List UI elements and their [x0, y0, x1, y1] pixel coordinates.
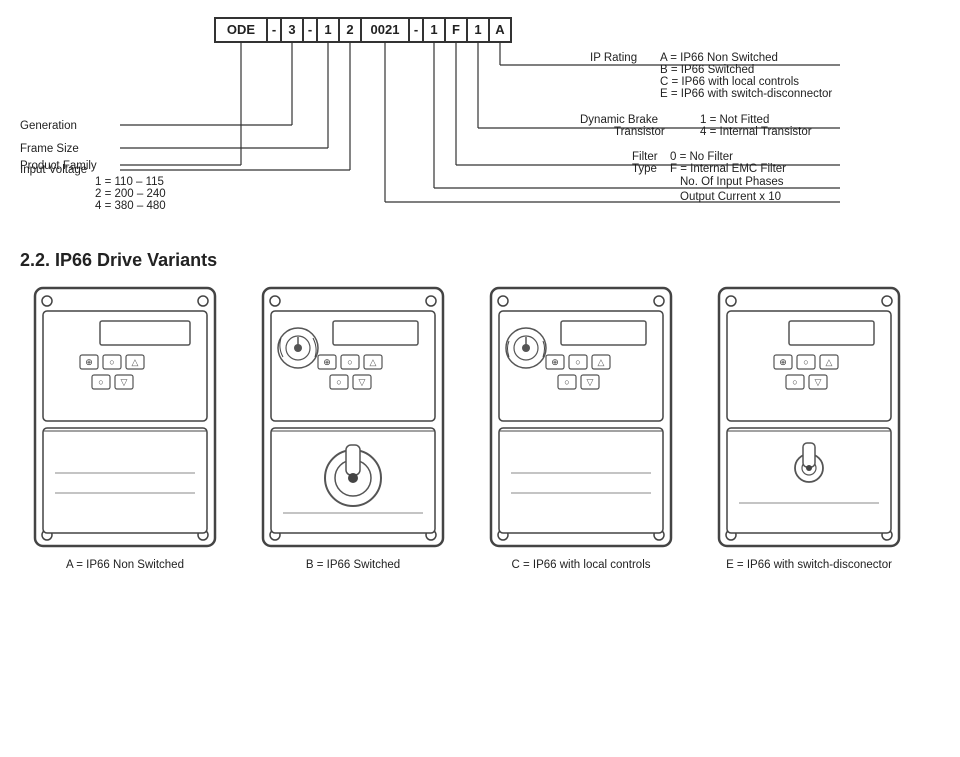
svg-text:▽: ▽	[121, 377, 128, 387]
svg-text:0 = No Filter: 0 = No Filter	[670, 151, 733, 163]
svg-text:A: A	[495, 22, 505, 37]
svg-text:2: 2	[346, 22, 353, 37]
svg-text:Output Current x 10: Output Current x 10	[680, 191, 781, 203]
variant-c-label: C = IP66 with local controls	[511, 559, 650, 571]
svg-text:ODE: ODE	[227, 22, 256, 37]
svg-text:A = IP66 Non Switched: A = IP66 Non Switched	[660, 52, 778, 64]
svg-text:1 = Not Fitted: 1 = Not Fitted	[700, 114, 769, 126]
variant-c: ⊕ ○ △ ○ ▽ C = IP66 with local controls	[476, 283, 686, 571]
svg-text:△: △	[598, 357, 605, 367]
svg-text:⊕: ⊕	[323, 357, 331, 367]
svg-text:○: ○	[98, 377, 103, 387]
svg-text:F: F	[452, 22, 460, 37]
svg-text:1: 1	[430, 22, 437, 37]
svg-text:-: -	[308, 22, 312, 37]
svg-text:Frame Size: Frame Size	[20, 143, 79, 155]
variants-row: ⊕ ○ △ ○ ▽ A = IP66 Non Switched	[20, 283, 940, 571]
variant-a: ⊕ ○ △ ○ ▽ A = IP66 Non Switched	[20, 283, 230, 571]
svg-text:Dynamic Brake: Dynamic Brake	[580, 114, 658, 126]
svg-text:Transistor: Transistor	[614, 126, 665, 138]
svg-text:B = IP66 Switched: B = IP66 Switched	[660, 64, 754, 76]
svg-text:△: △	[826, 357, 833, 367]
svg-text:1: 1	[474, 22, 481, 37]
svg-text:⊕: ⊕	[551, 357, 559, 367]
drive-illustration-e: ⊕ ○ △ ○ ▽	[709, 283, 909, 553]
svg-text:▽: ▽	[815, 377, 822, 387]
svg-text:2 = 200 – 240: 2 = 200 – 240	[95, 188, 166, 200]
svg-text:○: ○	[803, 357, 808, 367]
svg-text:▽: ▽	[587, 377, 594, 387]
svg-text:-: -	[414, 22, 418, 37]
drive-illustration-a: ⊕ ○ △ ○ ▽	[25, 283, 225, 553]
svg-text:IP Rating: IP Rating	[590, 52, 637, 64]
svg-text:○: ○	[347, 357, 352, 367]
drive-illustration-c: ⊕ ○ △ ○ ▽	[481, 283, 681, 553]
svg-text:⊕: ⊕	[85, 357, 93, 367]
variant-a-label: A = IP66 Non Switched	[66, 559, 184, 571]
svg-text:E = IP66 with switch-disconnec: E = IP66 with switch-disconnector	[660, 88, 832, 100]
part-number-section: ODE - 3 - 1 2 0021 - 1 F 1 A	[20, 10, 940, 230]
svg-text:Input Voltage: Input Voltage	[20, 164, 87, 176]
svg-text:○: ○	[564, 377, 569, 387]
svg-text:4 = 380 – 480: 4 = 380 – 480	[95, 200, 166, 212]
part-number-diagram: ODE - 3 - 1 2 0021 - 1 F 1 A	[20, 10, 940, 230]
svg-text:△: △	[132, 357, 139, 367]
svg-text:4 = Internal Transistor: 4 = Internal Transistor	[700, 126, 812, 138]
svg-text:3: 3	[288, 22, 295, 37]
svg-text:-: -	[272, 22, 276, 37]
svg-text:▽: ▽	[359, 377, 366, 387]
variant-e: ⊕ ○ △ ○ ▽ E = IP66 with switch-disconect…	[704, 283, 914, 571]
section-title: 2.2. IP66 Drive Variants	[20, 250, 940, 271]
variant-b-label: B = IP66 Switched	[306, 559, 400, 571]
svg-text:○: ○	[109, 357, 114, 367]
svg-text:○: ○	[336, 377, 341, 387]
drive-illustration-b: ⊕ ○ △ ○ ▽	[253, 283, 453, 553]
variant-b: ⊕ ○ △ ○ ▽ B = IP66 Switched	[248, 283, 458, 571]
svg-text:F = Internal EMC Filter: F = Internal EMC Filter	[670, 163, 786, 175]
svg-text:○: ○	[575, 357, 580, 367]
variant-e-label: E = IP66 with switch-disconector	[726, 559, 892, 571]
svg-text:⊕: ⊕	[779, 357, 787, 367]
svg-text:1: 1	[324, 22, 331, 37]
svg-text:No. Of Input Phases: No. Of Input Phases	[680, 176, 784, 188]
svg-text:△: △	[370, 357, 377, 367]
svg-text:0021: 0021	[371, 22, 400, 37]
svg-text:Filter: Filter	[632, 151, 658, 163]
svg-text:Generation: Generation	[20, 120, 77, 132]
svg-text:1 = 110 – 115: 1 = 110 – 115	[95, 176, 164, 188]
svg-text:C = IP66 with local controls: C = IP66 with local controls	[660, 76, 799, 88]
svg-text:Type: Type	[632, 163, 657, 175]
svg-text:○: ○	[792, 377, 797, 387]
